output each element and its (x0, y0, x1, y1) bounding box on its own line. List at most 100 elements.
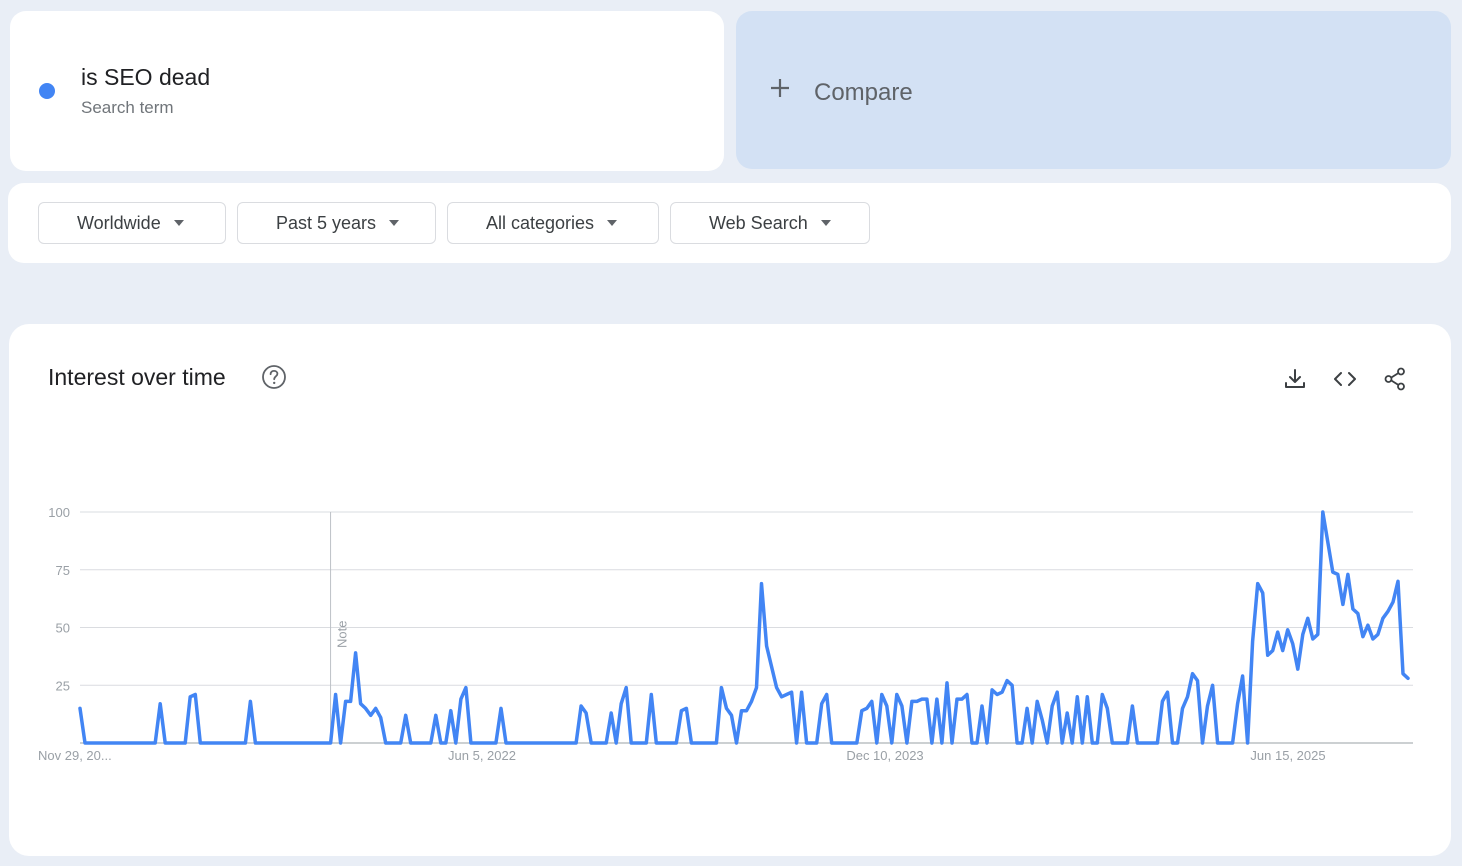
data-point (1191, 672, 1195, 676)
data-point (329, 741, 333, 745)
data-point (133, 741, 137, 745)
data-point (1236, 702, 1240, 706)
data-point (1171, 741, 1175, 745)
data-point (384, 741, 388, 745)
data-point (158, 702, 162, 706)
data-point (544, 741, 548, 745)
y-tick-label: 25 (56, 678, 70, 693)
data-point (263, 741, 267, 745)
data-point (925, 697, 929, 701)
data-point (664, 741, 668, 745)
data-point (805, 741, 809, 745)
data-point (820, 702, 824, 706)
data-point (93, 741, 97, 745)
data-point (1105, 706, 1109, 710)
data-point (584, 711, 588, 715)
data-point (1130, 704, 1134, 708)
data-point (554, 741, 558, 745)
data-point (459, 697, 463, 701)
data-point (484, 741, 488, 745)
data-point (1120, 741, 1124, 745)
data-point (980, 704, 984, 708)
data-point (1020, 741, 1024, 745)
data-point (915, 699, 919, 703)
x-tick-label: Jun 5, 2022 (448, 748, 516, 763)
data-point (1256, 582, 1260, 586)
data-point (414, 741, 418, 745)
data-point (228, 741, 232, 745)
data-point (1125, 741, 1129, 745)
data-point (304, 741, 308, 745)
data-point (985, 741, 989, 745)
data-point (1155, 741, 1159, 745)
data-point (895, 693, 899, 697)
data-point (1341, 602, 1345, 606)
data-point (614, 741, 618, 745)
data-point (1055, 690, 1059, 694)
data-point (1261, 591, 1265, 595)
data-point (1095, 741, 1099, 745)
data-point (960, 697, 964, 701)
data-point (539, 741, 543, 745)
data-point (845, 741, 849, 745)
data-point (299, 741, 303, 745)
note-label: Note (335, 621, 350, 648)
data-point (1201, 741, 1205, 745)
data-point (730, 713, 734, 717)
data-point (198, 741, 202, 745)
data-point (324, 741, 328, 745)
data-point (930, 741, 934, 745)
data-point (1291, 642, 1295, 646)
data-point (98, 741, 102, 745)
data-point (1186, 695, 1190, 699)
data-point (88, 741, 92, 745)
data-point (1211, 683, 1215, 687)
data-point (755, 686, 759, 690)
data-point (1005, 679, 1009, 683)
data-point (273, 741, 277, 745)
data-point (188, 695, 192, 699)
data-point (354, 651, 358, 655)
data-point (1145, 741, 1149, 745)
data-point (639, 741, 643, 745)
data-point (1000, 690, 1004, 694)
data-point (319, 741, 323, 745)
data-point (1351, 607, 1355, 611)
data-point (760, 582, 764, 586)
data-point (910, 699, 914, 703)
data-point (1406, 676, 1410, 680)
data-point (163, 741, 167, 745)
data-point (684, 706, 688, 710)
data-point (389, 741, 393, 745)
data-point (940, 741, 944, 745)
data-point (900, 704, 904, 708)
data-point (1276, 630, 1280, 634)
data-point (243, 741, 247, 745)
data-point (464, 686, 468, 690)
data-point (1030, 741, 1034, 745)
data-point (795, 741, 799, 745)
data-point (394, 741, 398, 745)
data-point (138, 741, 142, 745)
data-point (103, 741, 107, 745)
data-point (1070, 741, 1074, 745)
data-point (810, 741, 814, 745)
data-point (1331, 570, 1335, 574)
data-point (1181, 706, 1185, 710)
data-point (609, 711, 613, 715)
data-point (1266, 653, 1270, 657)
data-point (1176, 741, 1180, 745)
data-point (1160, 699, 1164, 703)
data-point (935, 697, 939, 701)
data-point (284, 741, 288, 745)
data-point (865, 706, 869, 710)
data-point (785, 693, 789, 697)
data-point (950, 741, 954, 745)
data-point (1251, 639, 1255, 643)
data-point (1381, 616, 1385, 620)
data-point (604, 741, 608, 745)
data-point (1060, 741, 1064, 745)
data-point (379, 716, 383, 720)
data-point (208, 741, 212, 745)
data-point (1246, 741, 1250, 745)
